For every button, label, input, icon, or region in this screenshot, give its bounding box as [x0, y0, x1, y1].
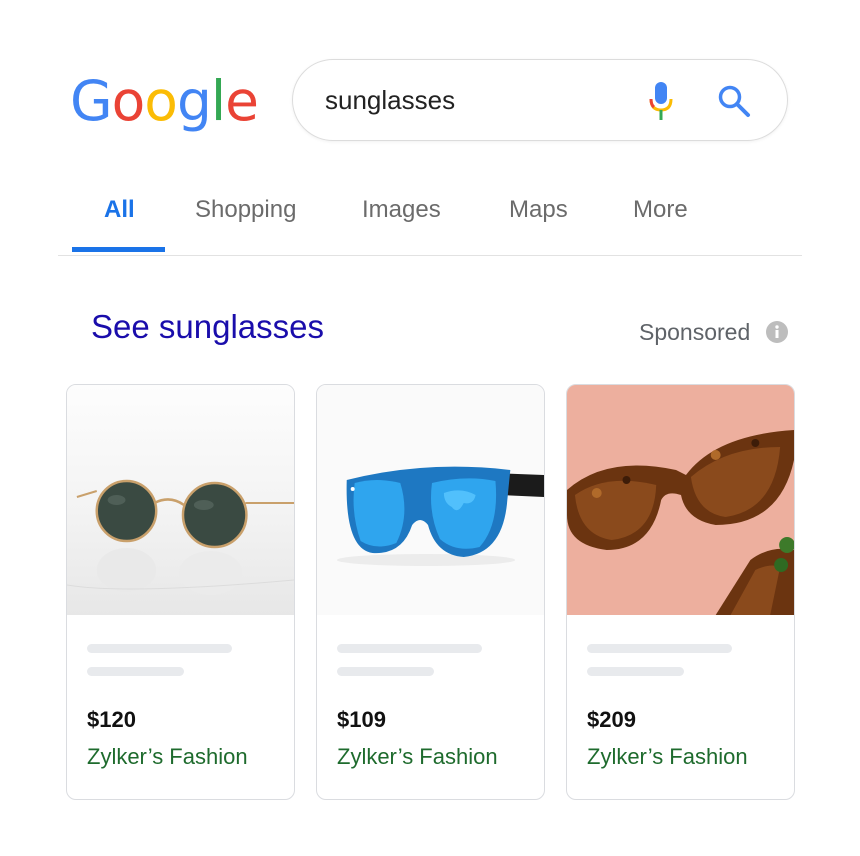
product-price: $209	[587, 707, 636, 732]
search-input[interactable]	[325, 80, 625, 120]
sponsored-label: Sponsored	[639, 319, 751, 345]
search-tabs: All Shopping Images Maps More	[58, 185, 802, 256]
tab-maps[interactable]: Maps	[509, 185, 568, 253]
product-image-tortoiseshell-cat-eye-sunglasses	[567, 385, 794, 615]
tab-images[interactable]: Images	[362, 185, 441, 253]
logo-letter-g2: g	[176, 69, 212, 133]
tab-all[interactable]: All	[104, 185, 135, 253]
placeholder-line	[337, 667, 434, 676]
logo-letter-o1: o	[111, 69, 146, 133]
microphone-icon[interactable]	[649, 82, 673, 120]
product-store[interactable]: Zylker’s Fashion	[587, 744, 748, 770]
product-image-blue-mirrored-sunglasses	[317, 385, 544, 615]
placeholder-line	[587, 667, 684, 676]
product-card[interactable]: $209 Zylker’s Fashion	[566, 384, 795, 800]
placeholder-line	[87, 644, 232, 653]
placeholder-line	[587, 644, 732, 653]
product-card[interactable]: $120 Zylker’s Fashion	[66, 384, 295, 800]
logo-letter-o2: o	[144, 69, 178, 133]
search-icon[interactable]	[717, 84, 751, 118]
logo-letter-e: e	[225, 69, 259, 133]
see-sunglasses-link[interactable]: See sunglasses	[91, 308, 324, 346]
product-card[interactable]: $109 Zylker’s Fashion	[316, 384, 545, 800]
active-tab-indicator	[72, 247, 165, 252]
placeholder-line	[87, 667, 184, 676]
tab-shopping[interactable]: Shopping	[195, 185, 296, 253]
logo-letter-l: l	[210, 69, 226, 133]
product-image-round-gold-sunglasses	[67, 385, 294, 615]
logo-letter-g: G	[70, 69, 113, 133]
info-icon[interactable]	[766, 321, 788, 343]
product-store[interactable]: Zylker’s Fashion	[87, 744, 248, 770]
tab-more[interactable]: More	[633, 185, 688, 253]
google-logo[interactable]: Google	[70, 66, 259, 136]
search-box[interactable]	[292, 59, 788, 141]
product-price: $109	[337, 707, 386, 732]
product-price: $120	[87, 707, 136, 732]
product-store[interactable]: Zylker’s Fashion	[337, 744, 498, 770]
placeholder-line	[337, 644, 482, 653]
